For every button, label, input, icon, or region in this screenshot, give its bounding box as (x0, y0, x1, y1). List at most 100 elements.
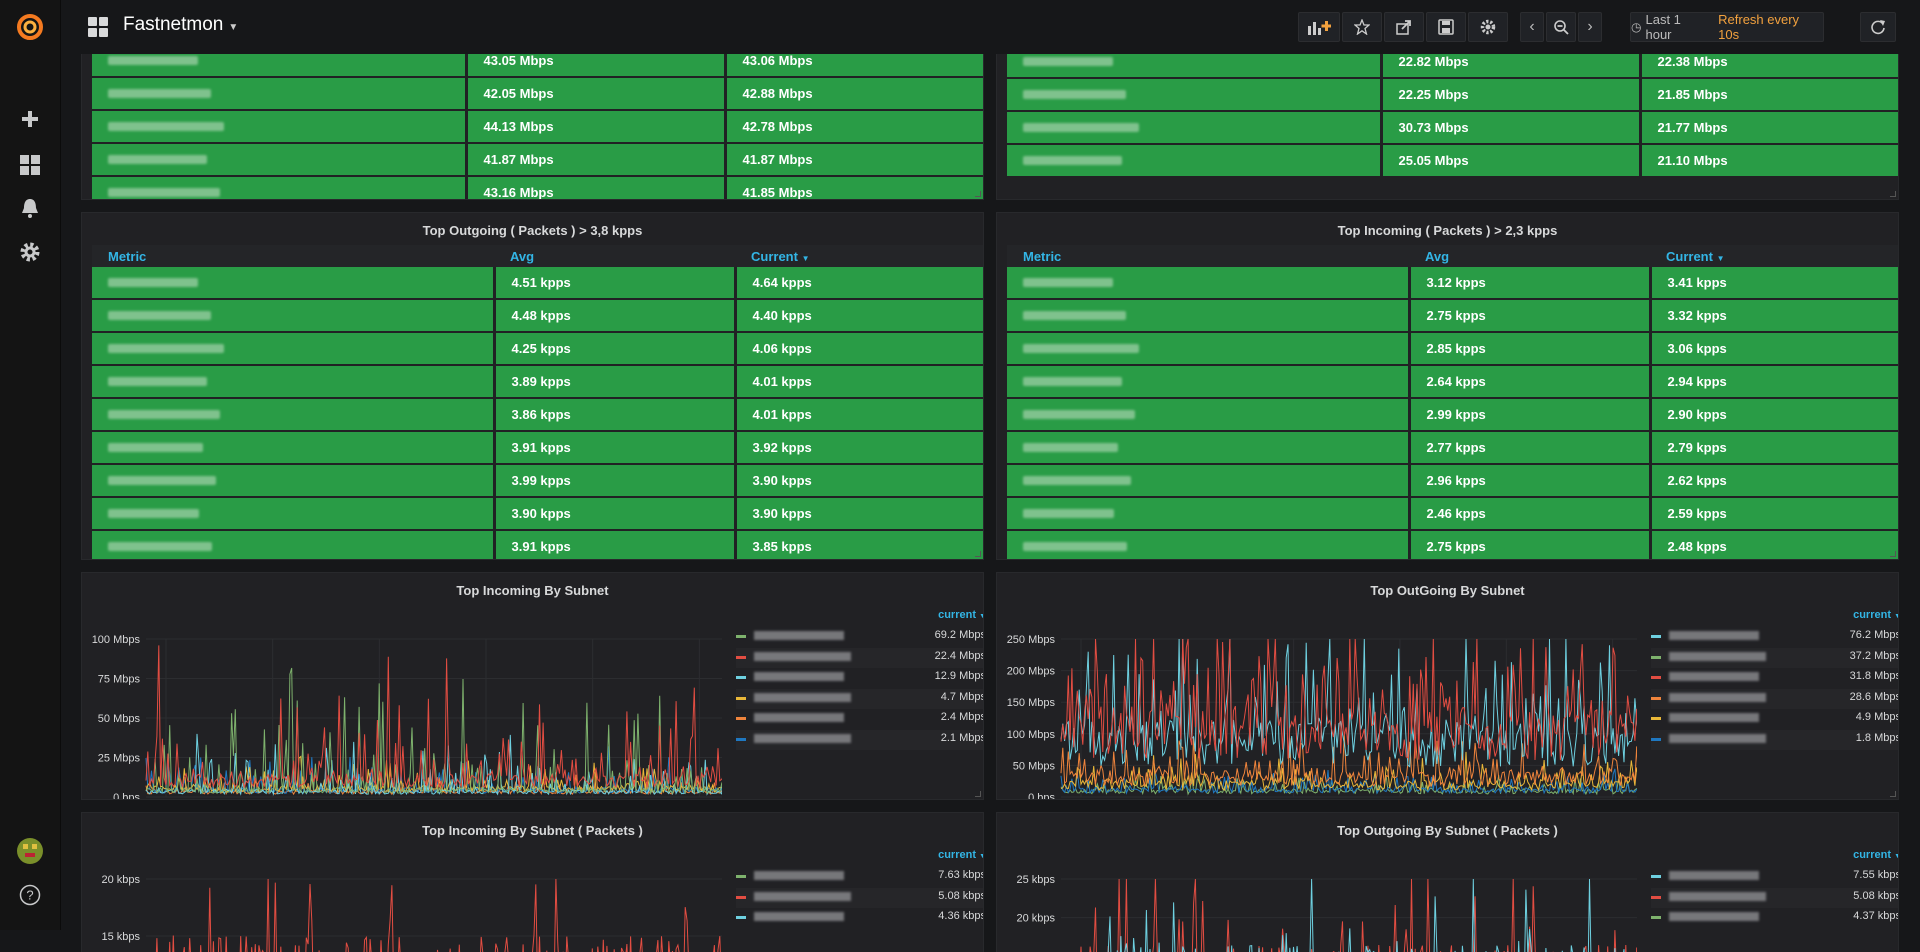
legend-item[interactable]: 12.9 Mbps (736, 668, 983, 688)
table-row[interactable]: 2.99 kpps 2.90 kpps (1007, 398, 1898, 432)
table-row[interactable]: 3.99 kpps 3.90 kpps (92, 464, 983, 498)
panel-title[interactable]: Top Incoming By Subnet (82, 583, 983, 598)
outgoing-subnet-packets-chart[interactable]: 15 kbps20 kbps25 kbps (997, 843, 1637, 952)
table-row[interactable]: 3.91 kpps 3.85 kpps (92, 530, 983, 559)
legend-header[interactable]: current ▼ (938, 609, 983, 621)
table-row[interactable]: 3.12 kpps 3.41 kpps (1007, 267, 1898, 300)
share-button[interactable] (1384, 12, 1424, 42)
table-row[interactable]: 2.75 kpps 2.48 kpps (1007, 530, 1898, 559)
resize-handle[interactable] (975, 551, 981, 557)
table-row[interactable]: 3.89 kpps 4.01 kpps (92, 365, 983, 399)
legend-item[interactable]: 69.2 Mbps (736, 627, 983, 647)
help-icon[interactable]: ? (15, 880, 45, 910)
legend-item[interactable]: 76.2 Mbps (1651, 627, 1898, 647)
panel-title[interactable]: Top Outgoing By Subnet ( Packets ) (997, 823, 1898, 838)
legend-item[interactable]: 7.55 kbps (1651, 867, 1898, 887)
incoming-subnet-chart[interactable]: 0 bps25 Mbps50 Mbps75 Mbps100 Mbps15:401… (82, 603, 722, 800)
column-header-avg[interactable]: Avg (1409, 245, 1650, 267)
dashboard-grid-icon[interactable] (88, 17, 108, 40)
legend-item[interactable]: 2.1 Mbps (736, 729, 983, 750)
current-label: Current (1666, 248, 1713, 264)
column-header-current[interactable]: Current ▼ (1650, 245, 1898, 267)
resize-handle[interactable] (1890, 791, 1896, 797)
column-header-avg[interactable]: Avg (494, 245, 735, 267)
avatar[interactable] (15, 836, 45, 866)
avg-cell: 44.13 Mbps (466, 110, 727, 144)
legend-header[interactable]: current ▼ (1853, 609, 1898, 621)
table-row[interactable]: 43.05 Mbps 43.06 Mbps (92, 54, 983, 78)
legend-item[interactable]: 5.08 kbps (1651, 887, 1898, 908)
legend-item[interactable]: 4.37 kbps (1651, 908, 1898, 928)
legend-item[interactable]: 4.9 Mbps (1651, 709, 1898, 729)
table-row[interactable]: 2.75 kpps 3.32 kpps (1007, 299, 1898, 333)
resize-handle[interactable] (975, 791, 981, 797)
add-panel-button[interactable] (1298, 12, 1340, 42)
settings-button[interactable] (1468, 12, 1508, 42)
refresh-button[interactable] (1860, 12, 1896, 42)
zoom-out-button[interactable] (1546, 12, 1576, 42)
resize-handle[interactable] (975, 191, 981, 197)
blurred-series-name (754, 631, 844, 640)
legend-header[interactable]: current ▼ (1853, 849, 1898, 861)
table-row[interactable]: 4.25 kpps 4.06 kpps (92, 332, 983, 366)
time-forward-button[interactable]: › (1578, 12, 1602, 42)
incoming-subnet-packets-chart[interactable]: 15 kbps 20 kbps (82, 843, 722, 952)
legend-item[interactable]: 5.08 kbps (736, 887, 983, 908)
resize-handle[interactable] (1890, 551, 1896, 557)
table-row[interactable]: 41.87 Mbps 41.87 Mbps (92, 143, 983, 177)
table-row[interactable]: 30.73 Mbps 21.77 Mbps (1007, 111, 1898, 145)
time-range-picker[interactable]: ◷ Last 1 hour Refresh every 10s (1630, 12, 1824, 42)
legend-item[interactable]: 28.6 Mbps (1651, 688, 1898, 709)
series-color-swatch (1651, 737, 1661, 741)
column-header-metric[interactable]: Metric (92, 245, 494, 267)
time-back-button[interactable]: ‹ (1520, 12, 1544, 42)
legend-item[interactable]: 2.4 Mbps (736, 709, 983, 729)
legend-item[interactable]: 22.4 Mbps (736, 647, 983, 668)
panel-title[interactable]: Top Incoming ( Packets ) > 2,3 kpps (997, 223, 1898, 238)
table-row[interactable]: 2.64 kpps 2.94 kpps (1007, 365, 1898, 399)
legend-item[interactable]: 7.63 kbps (736, 867, 983, 887)
legend-item[interactable]: 37.2 Mbps (1651, 647, 1898, 668)
avg-cell: 4.48 kpps (494, 299, 737, 333)
legend-header[interactable]: current ▼ (938, 849, 983, 861)
table-row[interactable]: 2.46 kpps 2.59 kpps (1007, 497, 1898, 531)
legend-item[interactable]: 4.7 Mbps (736, 688, 983, 709)
table-row[interactable]: 42.05 Mbps 42.88 Mbps (92, 77, 983, 111)
resize-handle[interactable] (1890, 191, 1896, 197)
table-row[interactable]: 3.86 kpps 4.01 kpps (92, 398, 983, 432)
table-row[interactable]: 2.77 kpps 2.79 kpps (1007, 431, 1898, 465)
table-row[interactable]: 25.05 Mbps 21.10 Mbps (1007, 144, 1898, 178)
blurred-ip (108, 89, 211, 98)
panel-title[interactable]: Top Outgoing ( Packets ) > 3,8 kpps (82, 223, 983, 238)
outgoing-subnet-chart[interactable]: 0 bps 50 Mbps 100 Mbps 150 Mbps 200 Mbps 250 … (997, 603, 1637, 800)
table-row[interactable]: 3.91 kpps 3.92 kpps (92, 431, 983, 465)
y-tick-label: 0 bps (113, 792, 140, 800)
column-header-metric[interactable]: Metric (1007, 245, 1409, 267)
avg-cell: 3.86 kpps (494, 398, 737, 432)
plus-icon[interactable] (15, 104, 45, 134)
table-row[interactable]: 3.90 kpps 3.90 kpps (92, 497, 983, 531)
gear-icon[interactable] (15, 237, 45, 267)
legend-item[interactable]: 1.8 Mbps (1651, 729, 1898, 750)
table-row[interactable]: 4.48 kpps 4.40 kpps (92, 299, 983, 333)
table-row[interactable]: 4.51 kpps 4.64 kpps (92, 267, 983, 300)
table-row[interactable]: 2.96 kpps 2.62 kpps (1007, 464, 1898, 498)
table-row[interactable]: 44.13 Mbps 42.78 Mbps (92, 110, 983, 144)
star-button[interactable] (1342, 12, 1382, 42)
table-row[interactable]: 43.16 Mbps 41.85 Mbps (92, 176, 983, 199)
series-color-swatch (1651, 635, 1661, 638)
grafana-logo-icon[interactable] (15, 12, 45, 42)
bell-icon[interactable] (15, 193, 45, 223)
panel-title[interactable]: Top Incoming By Subnet ( Packets ) (82, 823, 983, 838)
y-tick-label: 20 kbps (1016, 913, 1055, 925)
legend-item[interactable]: 4.36 kbps (736, 908, 983, 928)
dashboard-title[interactable]: Fastnetmon ▼ (123, 14, 238, 36)
column-header-current[interactable]: Current ▼ (735, 245, 983, 267)
save-button[interactable] (1426, 12, 1466, 42)
table-row[interactable]: 22.25 Mbps 21.85 Mbps (1007, 78, 1898, 112)
table-row[interactable]: 22.82 Mbps 22.38 Mbps (1007, 54, 1898, 79)
table-row[interactable]: 2.85 kpps 3.06 kpps (1007, 332, 1898, 366)
dashboards-icon[interactable] (15, 150, 45, 180)
panel-title[interactable]: Top OutGoing By Subnet (997, 583, 1898, 598)
legend-item[interactable]: 31.8 Mbps (1651, 668, 1898, 688)
